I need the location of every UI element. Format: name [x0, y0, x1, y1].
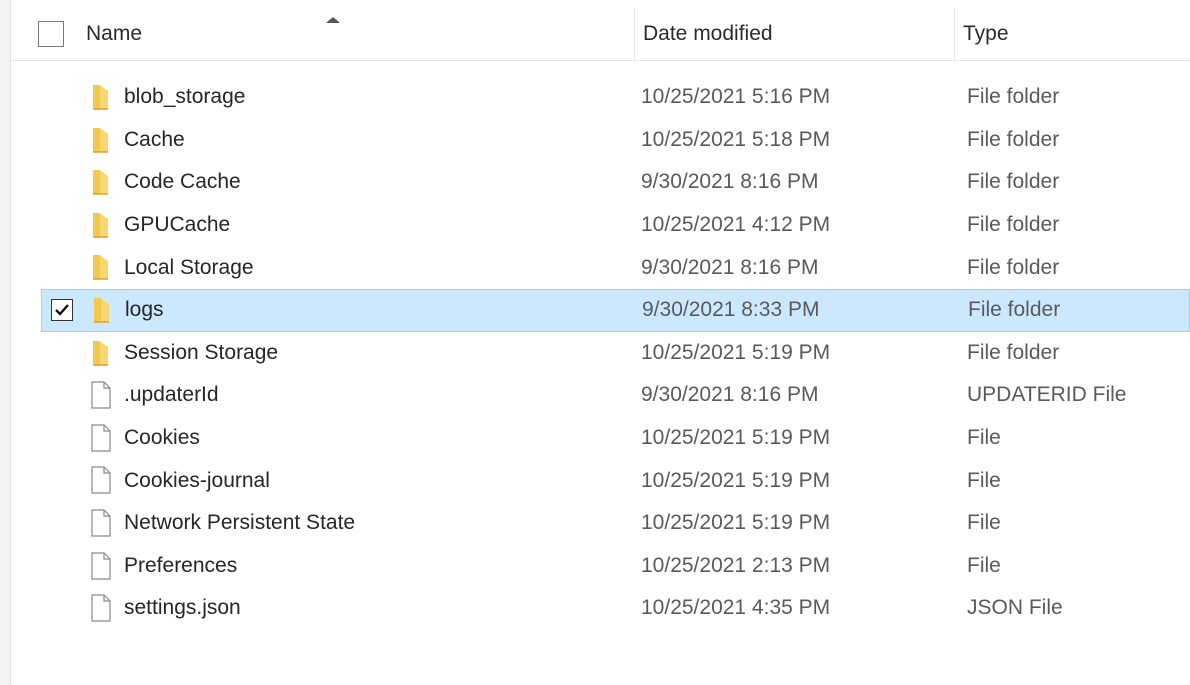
file-name: Cache [124, 127, 185, 151]
file-row[interactable]: settings.json 10/25/2021 4:35 PM JSON File [10, 587, 1190, 630]
file-row[interactable]: Cookies-journal 10/25/2021 5:19 PM File [10, 459, 1190, 502]
file-type: JSON File [967, 596, 1063, 620]
file-row[interactable]: Preferences 10/25/2021 2:13 PM File [10, 545, 1190, 588]
file-type: File folder [967, 213, 1060, 237]
file-type: File folder [968, 298, 1061, 322]
file-list-view: Name Date modified Type blob_storage 10/2… [10, 0, 1190, 685]
file-date-modified: 10/25/2021 5:19 PM [641, 468, 831, 492]
folder-icon [90, 168, 112, 201]
folder-icon [90, 339, 112, 372]
folder-icon [90, 253, 112, 286]
column-header-date-modified[interactable]: Date modified [634, 8, 955, 60]
file-row[interactable]: .updaterId 9/30/2021 8:16 PM UPDATERID Fil… [10, 374, 1190, 417]
select-all-checkbox[interactable] [38, 21, 64, 47]
file-date-modified: 10/25/2021 4:12 PM [641, 213, 831, 237]
folder-icon [90, 211, 112, 244]
file-row[interactable]: blob_storage 10/25/2021 5:16 PM File folde… [10, 76, 1190, 119]
file-type: File [967, 511, 1001, 535]
file-row[interactable]: Cookies 10/25/2021 5:19 PM File [10, 417, 1190, 460]
file-row[interactable]: Local Storage 9/30/2021 8:16 PM File folde… [10, 246, 1190, 289]
file-type: File folder [967, 85, 1060, 109]
file-icon [90, 381, 112, 414]
column-header-date-label: Date modified [643, 22, 773, 45]
file-row[interactable]: GPUCache 10/25/2021 4:12 PM File folder [10, 204, 1190, 247]
file-rows: blob_storage 10/25/2021 5:16 PM File folde… [10, 76, 1190, 630]
folder-icon [90, 126, 112, 159]
file-type: File [967, 426, 1001, 450]
file-type: File folder [967, 340, 1060, 364]
file-name: Local Storage [124, 255, 254, 279]
column-header-type[interactable]: Type [954, 8, 1190, 60]
file-icon [90, 551, 112, 585]
file-date-modified: 10/25/2021 4:35 PM [641, 596, 831, 620]
file-name: Cookies [124, 426, 200, 450]
file-name: blob_storage [124, 85, 246, 109]
file-name: Cookies-journal [124, 468, 270, 492]
file-type: File [967, 468, 1001, 492]
file-date-modified: 9/30/2021 8:16 PM [641, 383, 819, 407]
file-name: Session Storage [124, 340, 279, 364]
file-name: settings.json [124, 596, 241, 620]
file-row[interactable]: Session Storage 10/25/2021 5:19 PM File fo… [10, 332, 1190, 375]
file-date-modified: 9/30/2021 8:16 PM [641, 170, 819, 194]
file-row[interactable]: logs 9/30/2021 8:33 PM File folder [41, 288, 1190, 332]
column-header-type-label: Type [963, 22, 1009, 45]
column-header-bar: Name Date modified Type [10, 8, 1190, 61]
file-type: File folder [967, 170, 1060, 194]
file-date-modified: 9/30/2021 8:33 PM [642, 298, 820, 322]
file-row[interactable]: Network Persistent State 10/25/2021 5:19 … [10, 502, 1190, 545]
folder-icon [91, 296, 113, 329]
file-date-modified: 10/25/2021 2:13 PM [641, 553, 831, 577]
file-name: Code Cache [124, 170, 241, 194]
file-date-modified: 10/25/2021 5:16 PM [641, 85, 831, 109]
file-date-modified: 10/25/2021 5:18 PM [641, 127, 831, 151]
file-row[interactable]: Cache 10/25/2021 5:18 PM File folder [10, 119, 1190, 162]
row-checkbox-checked[interactable] [51, 298, 73, 321]
column-header-name[interactable]: Name [34, 8, 634, 60]
file-icon [90, 594, 112, 627]
folder-icon [90, 83, 112, 116]
file-name: Preferences [124, 553, 238, 577]
file-type: UPDATERID File [967, 383, 1127, 407]
file-type: File folder [967, 127, 1060, 151]
file-date-modified: 10/25/2021 5:19 PM [641, 340, 831, 364]
file-date-modified: 10/25/2021 5:19 PM [641, 426, 831, 450]
file-icon [90, 466, 112, 499]
file-name: .updaterId [124, 383, 219, 407]
file-name: GPUCache [124, 213, 231, 237]
file-name: Network Persistent State [124, 511, 356, 535]
file-date-modified: 9/30/2021 8:16 PM [641, 255, 819, 279]
file-date-modified: 10/25/2021 5:19 PM [641, 511, 831, 535]
file-type: File [967, 553, 1001, 577]
file-type: File folder [967, 255, 1060, 279]
file-icon [90, 424, 112, 457]
file-row[interactable]: Code Cache 9/30/2021 8:16 PM File folder [10, 161, 1190, 204]
column-header-name-label: Name [86, 22, 143, 45]
file-icon [90, 509, 112, 542]
file-name: logs [125, 298, 164, 322]
